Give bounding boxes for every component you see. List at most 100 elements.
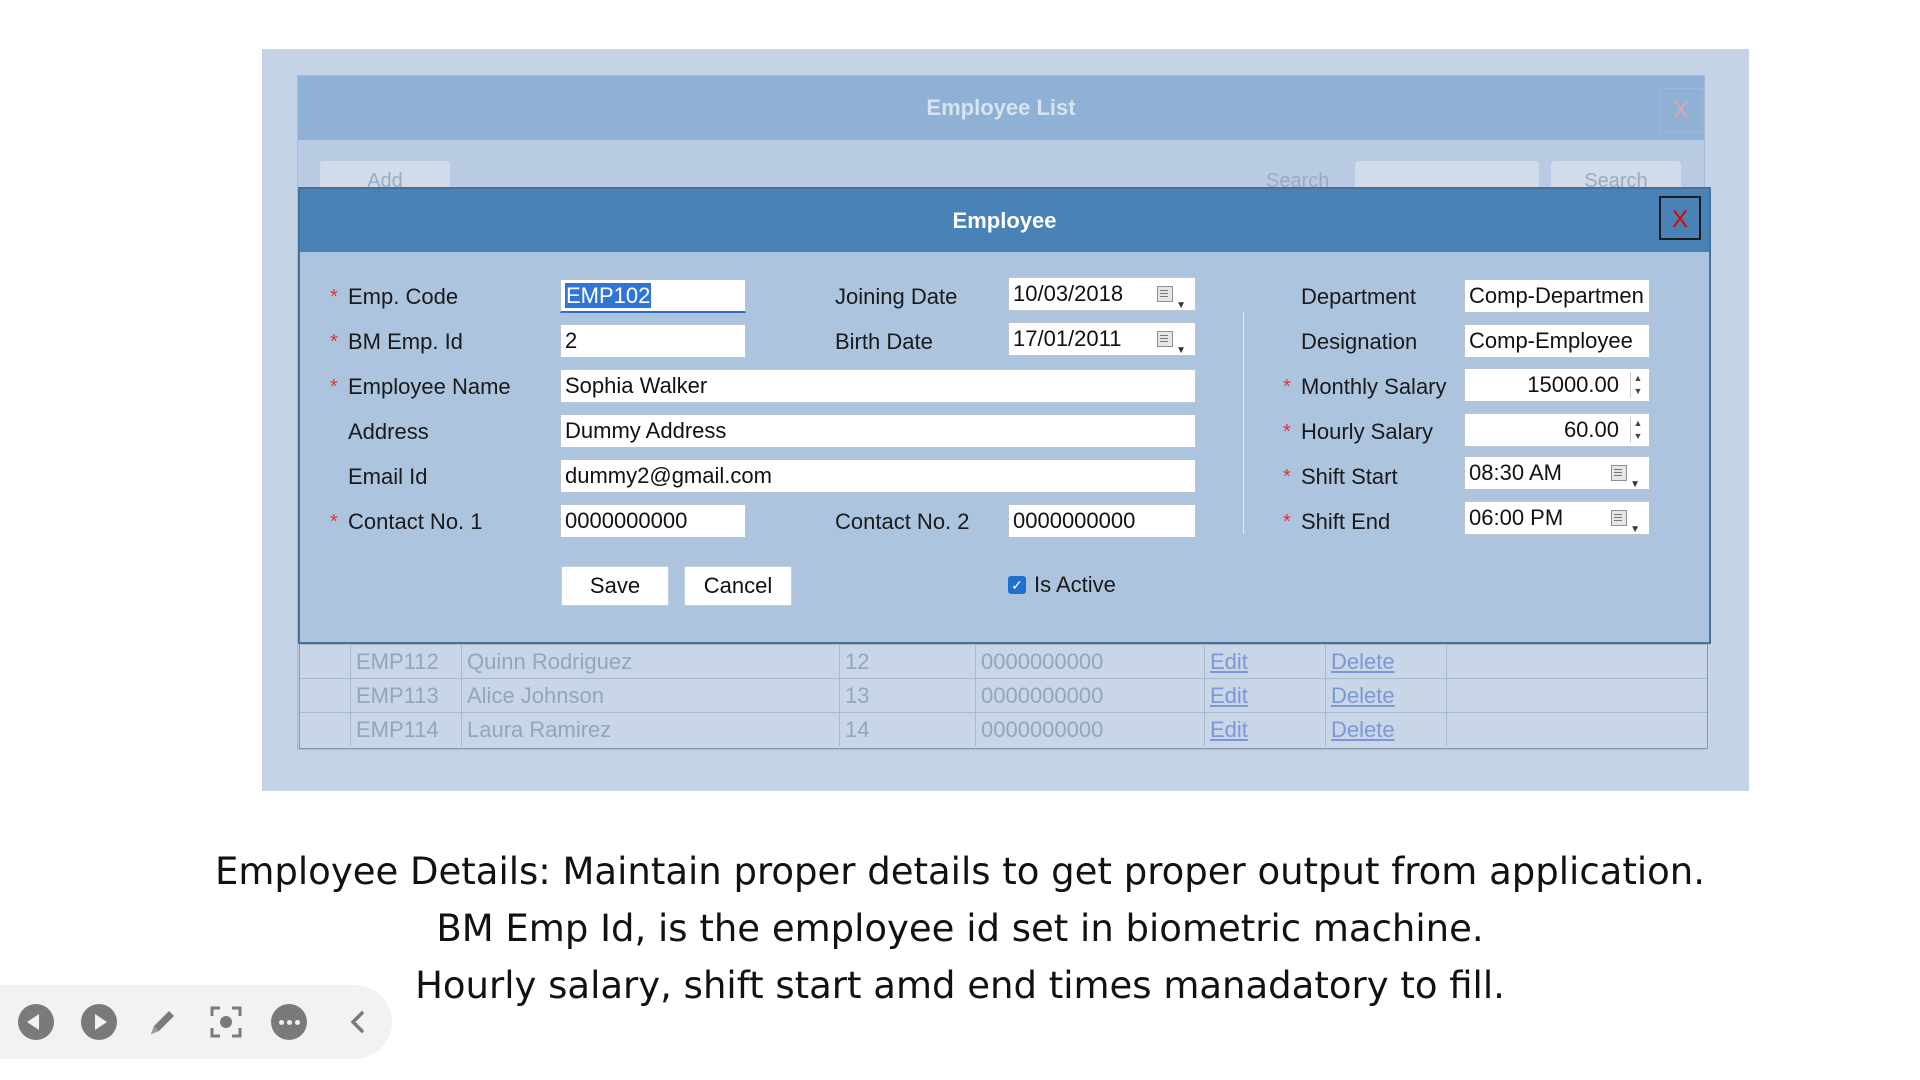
pen-icon[interactable] bbox=[145, 1004, 181, 1040]
required-mark: * bbox=[1283, 421, 1291, 443]
employee-name-input[interactable]: Sophia Walker bbox=[560, 369, 1196, 403]
required-mark: * bbox=[1283, 376, 1291, 398]
table-row: EMP113 Alice Johnson 13 0000000000 Edit … bbox=[300, 678, 1707, 712]
employee-name-label: Employee Name bbox=[348, 374, 511, 399]
department-label: Department bbox=[1301, 284, 1416, 309]
calendar-icon[interactable]: ▼ bbox=[1157, 331, 1186, 355]
contact2-label: Contact No. 2 bbox=[835, 509, 970, 534]
shift-start-picker[interactable]: 08:30 AM ▼ bbox=[1464, 456, 1650, 490]
shift-start-label: Shift Start bbox=[1301, 464, 1398, 489]
email-label: Email Id bbox=[348, 464, 428, 489]
dialog-close-button[interactable]: X bbox=[1659, 196, 1701, 240]
caption-line-2: BM Emp Id, is the employee id set in bio… bbox=[436, 907, 1484, 950]
shift-start-value: 08:30 AM bbox=[1469, 460, 1562, 485]
address-input[interactable]: Dummy Address bbox=[560, 414, 1196, 448]
edit-cell: Edit bbox=[1204, 679, 1325, 712]
edit-cell: Edit bbox=[1204, 713, 1325, 746]
edit-cell: Edit bbox=[1204, 645, 1325, 678]
monthly-salary-value: 15000.00 bbox=[1527, 372, 1619, 397]
department-input[interactable]: Comp-Departmen bbox=[1464, 279, 1650, 313]
shift-end-label: Shift End bbox=[1301, 509, 1391, 534]
cancel-button[interactable]: Cancel bbox=[684, 566, 792, 606]
caption-line-1: Employee Details: Maintain proper detail… bbox=[215, 850, 1705, 893]
list-close-button[interactable]: X bbox=[1659, 88, 1703, 132]
dialog-body: * Emp. Code EMP102 * BM Emp. Id 2 * Empl… bbox=[300, 252, 1709, 642]
contact2-input[interactable]: 0000000000 bbox=[1008, 504, 1196, 538]
monthly-salary-stepper[interactable]: 15000.00 ▲ ▼ bbox=[1464, 368, 1650, 402]
cell-bm-id: 13 bbox=[839, 679, 975, 712]
cell-contact: 0000000000 bbox=[975, 713, 1204, 746]
bm-emp-id-input[interactable]: 2 bbox=[560, 324, 746, 358]
contact1-label: Contact No. 1 bbox=[348, 509, 483, 534]
spinner-icon[interactable]: ▲ ▼ bbox=[1630, 372, 1645, 398]
empty-cell bbox=[1446, 713, 1646, 746]
birth-date-label: Birth Date bbox=[835, 329, 933, 354]
birth-date-picker[interactable]: 17/01/2011 ▼ bbox=[1008, 322, 1196, 356]
required-mark: * bbox=[330, 286, 338, 308]
cell-name: Alice Johnson bbox=[461, 679, 839, 712]
required-mark: * bbox=[1283, 466, 1291, 488]
contact1-input[interactable]: 0000000000 bbox=[560, 504, 746, 538]
address-label: Address bbox=[348, 419, 429, 444]
time-picker-icon[interactable]: ▼ bbox=[1611, 510, 1640, 534]
dropdown-arrow-icon: ▼ bbox=[1630, 524, 1640, 535]
hourly-salary-stepper[interactable]: 60.00 ▲ ▼ bbox=[1464, 413, 1650, 447]
dropdown-arrow-icon: ▼ bbox=[1176, 345, 1186, 356]
calendar-icon[interactable]: ▼ bbox=[1157, 286, 1186, 310]
delete-link[interactable]: Delete bbox=[1331, 683, 1395, 708]
edit-link[interactable]: Edit bbox=[1210, 649, 1248, 674]
delete-link[interactable]: Delete bbox=[1331, 717, 1395, 742]
dialog-titlebar: Employee X bbox=[300, 189, 1709, 252]
emp-code-value: EMP102 bbox=[565, 283, 652, 308]
birth-date-value: 17/01/2011 bbox=[1013, 326, 1122, 351]
is-active-checkbox[interactable]: ✓ bbox=[1008, 576, 1026, 594]
dropdown-arrow-icon: ▼ bbox=[1630, 479, 1640, 490]
cell-code: EMP113 bbox=[350, 679, 461, 712]
collapse-icon[interactable] bbox=[340, 1004, 376, 1040]
next-icon[interactable] bbox=[81, 1004, 117, 1040]
delete-link[interactable]: Delete bbox=[1331, 649, 1395, 674]
required-mark: * bbox=[330, 511, 338, 533]
emp-code-input[interactable]: EMP102 bbox=[560, 279, 746, 313]
employee-dialog: Employee X * Emp. Code EMP102 * BM Emp. … bbox=[298, 187, 1711, 644]
cell-contact: 0000000000 bbox=[975, 679, 1204, 712]
time-picker-icon[interactable]: ▼ bbox=[1611, 465, 1640, 489]
delete-cell: Delete bbox=[1325, 645, 1446, 678]
edit-link[interactable]: Edit bbox=[1210, 717, 1248, 742]
column-divider bbox=[1243, 312, 1244, 534]
joining-date-value: 10/03/2018 bbox=[1013, 281, 1124, 306]
required-mark: * bbox=[330, 331, 338, 353]
dialog-title: Employee bbox=[952, 208, 1057, 233]
save-button[interactable]: Save bbox=[561, 566, 669, 606]
more-icon[interactable] bbox=[271, 1004, 307, 1040]
delete-cell: Delete bbox=[1325, 679, 1446, 712]
table-row: EMP114 Laura Ramirez 14 0000000000 Edit … bbox=[300, 712, 1707, 746]
shift-end-value: 06:00 PM bbox=[1469, 505, 1564, 530]
edit-link[interactable]: Edit bbox=[1210, 683, 1248, 708]
cell-bm-id: 12 bbox=[839, 645, 975, 678]
hourly-salary-value: 60.00 bbox=[1563, 417, 1619, 442]
delete-cell: Delete bbox=[1325, 713, 1446, 746]
dropdown-arrow-icon: ▼ bbox=[1176, 300, 1186, 311]
designation-label: Designation bbox=[1301, 329, 1418, 354]
row-selector bbox=[300, 713, 350, 746]
spinner-icon[interactable]: ▲ ▼ bbox=[1630, 417, 1645, 443]
empty-cell bbox=[1446, 645, 1646, 678]
joining-date-picker[interactable]: 10/03/2018 ▼ bbox=[1008, 277, 1196, 311]
presentation-toolbar bbox=[0, 985, 392, 1059]
required-mark: * bbox=[1283, 511, 1291, 533]
joining-date-label: Joining Date bbox=[835, 284, 958, 309]
email-input[interactable]: dummy2@gmail.com bbox=[560, 459, 1196, 493]
emp-code-label: Emp. Code bbox=[348, 284, 459, 309]
empty-cell bbox=[1446, 679, 1646, 712]
previous-icon[interactable] bbox=[18, 1004, 54, 1040]
cell-name: Quinn Rodriguez bbox=[461, 645, 839, 678]
employee-grid: EMP112 Quinn Rodriguez 12 0000000000 Edi… bbox=[299, 643, 1708, 749]
bm-emp-id-label: BM Emp. Id bbox=[348, 329, 463, 354]
designation-input[interactable]: Comp-Employee bbox=[1464, 324, 1650, 358]
hourly-salary-label: Hourly Salary bbox=[1301, 419, 1434, 444]
required-mark: * bbox=[330, 376, 338, 398]
shift-end-picker[interactable]: 06:00 PM ▼ bbox=[1464, 501, 1650, 535]
focus-icon[interactable] bbox=[208, 1004, 244, 1040]
screenshot-panel: Employee List X Add Search Search EMP112… bbox=[262, 49, 1749, 791]
